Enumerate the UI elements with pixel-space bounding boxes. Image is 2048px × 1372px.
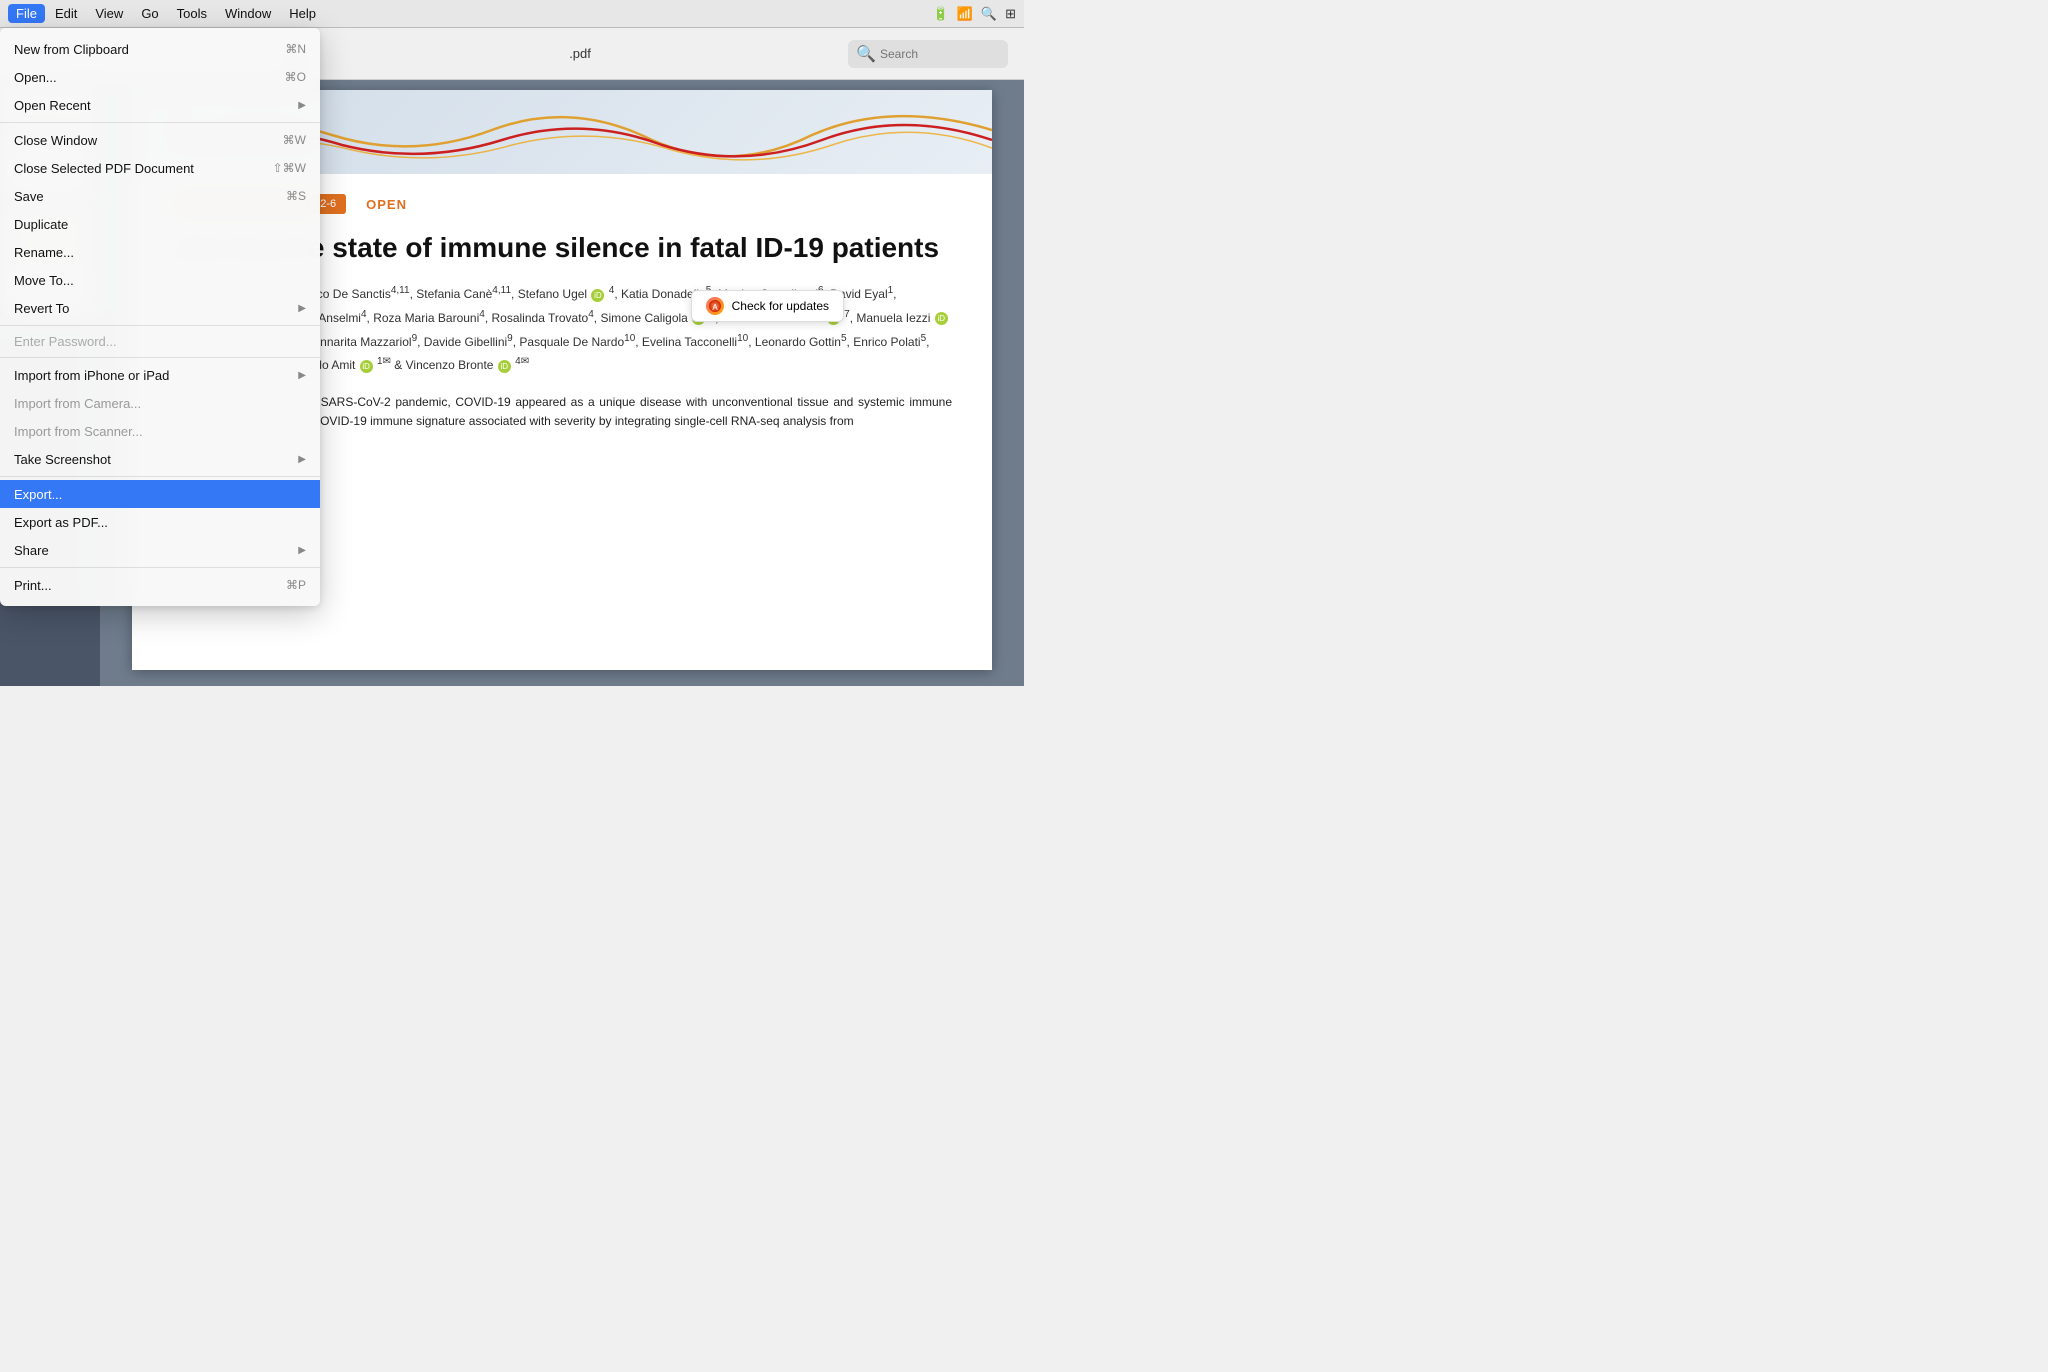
menu-tools[interactable]: Tools (169, 4, 215, 23)
menu-print[interactable]: Print... ⌘P (0, 571, 320, 599)
toolbar-title: .pdf (324, 46, 836, 61)
menu-open[interactable]: Open... ⌘O (0, 63, 320, 91)
menu-import-scanner: Import from Scanner... (0, 417, 320, 445)
screenshot-arrow: ▶ (298, 454, 306, 465)
orcid-icon-7: iD (360, 360, 373, 373)
orcid-icon: iD (591, 289, 604, 302)
file-dropdown-menu: New from Clipboard ⌘N Open... ⌘O Open Re… (0, 28, 320, 606)
menu-open-recent[interactable]: Open Recent ▶ (0, 91, 320, 119)
menu-help[interactable]: Help (281, 4, 324, 23)
import-iphone-arrow: ▶ (298, 370, 306, 381)
control-center-icon[interactable]: ⊞ (1005, 6, 1016, 22)
orcid-icon-8: iD (498, 360, 511, 373)
menu-share[interactable]: Share ▶ (0, 536, 320, 564)
menu-view[interactable]: View (87, 4, 131, 23)
search-bar[interactable]: 🔍 (848, 40, 1008, 68)
menu-move-to[interactable]: Move To... (0, 266, 320, 294)
search-icon-bar[interactable]: 🔍 (981, 6, 997, 22)
menu-revert-to[interactable]: Revert To ▶ (0, 294, 320, 322)
enter-password-placeholder: Enter Password... (0, 329, 320, 354)
orcid-icon-4: iD (935, 312, 948, 325)
menu-go[interactable]: Go (133, 4, 166, 23)
check-updates-icon: A (706, 297, 724, 315)
menu-bar-right: 🔋 📶 🔍 ⊞ (933, 6, 1016, 22)
menu-close-window[interactable]: Close Window ⌘W (0, 126, 320, 154)
menu-edit[interactable]: Edit (47, 4, 85, 23)
file-menu-section-2: Close Window ⌘W Close Selected PDF Docum… (0, 123, 320, 326)
revert-to-arrow: ▶ (298, 303, 306, 314)
menu-duplicate[interactable]: Duplicate (0, 210, 320, 238)
file-menu-section-4: Import from iPhone or iPad ▶ Import from… (0, 358, 320, 477)
share-arrow: ▶ (298, 545, 306, 556)
file-menu-section-3: Enter Password... (0, 326, 320, 358)
menu-export[interactable]: Export... (0, 480, 320, 508)
open-badge: OPEN (366, 197, 407, 212)
menu-bar: File Edit View Go Tools Window Help 🔋 📶 … (0, 0, 1024, 28)
check-updates-button[interactable]: A Check for updates (691, 290, 844, 322)
file-menu-section-6: Print... ⌘P (0, 568, 320, 602)
menu-close-pdf[interactable]: Close Selected PDF Document ⇧⌘W (0, 154, 320, 182)
menu-file[interactable]: File (8, 4, 45, 23)
open-recent-arrow: ▶ (298, 100, 306, 111)
svg-text:A: A (712, 303, 718, 312)
search-input[interactable] (880, 47, 1000, 61)
menu-rename[interactable]: Rename... (0, 238, 320, 266)
file-menu-section-5: Export... Export as PDF... Share ▶ (0, 477, 320, 568)
menu-save[interactable]: Save ⌘S (0, 182, 320, 210)
menu-take-screenshot[interactable]: Take Screenshot ▶ (0, 445, 320, 473)
menu-import-iphone[interactable]: Import from iPhone or iPad ▶ (0, 361, 320, 389)
file-menu-section-1: New from Clipboard ⌘N Open... ⌘O Open Re… (0, 32, 320, 123)
menu-window[interactable]: Window (217, 4, 279, 23)
wifi-icon: 📶 (957, 6, 973, 22)
menu-new-from-clipboard[interactable]: New from Clipboard ⌘N (0, 35, 320, 63)
search-icon: 🔍 (856, 44, 876, 64)
menu-export-as-pdf[interactable]: Export as PDF... (0, 508, 320, 536)
battery-icon: 🔋 (933, 6, 949, 22)
check-updates-label: Check for updates (732, 299, 829, 313)
menu-import-camera: Import from Camera... (0, 389, 320, 417)
